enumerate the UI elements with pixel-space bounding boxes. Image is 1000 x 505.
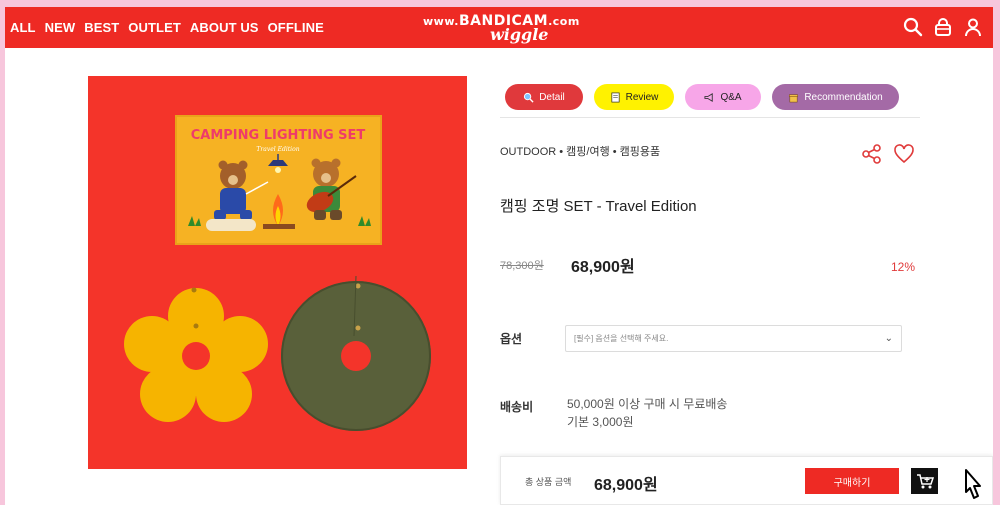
shipping-label: 배송비: [500, 400, 534, 414]
product-image: CAMPING LIGHTING SET Travel Edition: [88, 76, 467, 469]
nav-new[interactable]: NEW: [45, 20, 76, 35]
tabs-divider: [500, 117, 920, 118]
notepad-icon: [611, 92, 620, 102]
tab-recommendation[interactable]: Recommendation: [772, 84, 899, 110]
mouse-cursor-icon: [960, 468, 990, 505]
product-title: 캠핑 조명 SET - Travel Edition: [500, 198, 697, 215]
buy-now-button[interactable]: 구매하기: [805, 468, 899, 494]
tab-recommendation-label: Recommendation: [804, 91, 883, 103]
purchase-bar: 총 상품 금액 68,900원 구매하기: [500, 456, 993, 505]
nav-all[interactable]: ALL: [10, 20, 36, 35]
shipping-free-condition: 50,000원 이상 구매 시 무료배송: [567, 397, 728, 411]
total-price-value: 68,900원: [594, 477, 658, 494]
product-tabs: Detail Review Q&A Recommendation: [505, 84, 899, 110]
tab-detail-label: Detail: [539, 91, 565, 103]
tab-review-label: Review: [625, 91, 659, 103]
nav-outlet[interactable]: OUTLET: [128, 20, 181, 35]
search-icon[interactable]: [903, 17, 923, 37]
tab-qa-label: Q&A: [720, 91, 742, 103]
box-subtitle-text: Travel Edition: [256, 146, 299, 153]
tab-qa[interactable]: Q&A: [685, 84, 761, 110]
tab-review[interactable]: Review: [594, 84, 674, 110]
nav-best[interactable]: BEST: [84, 20, 119, 35]
gift-icon: [789, 93, 799, 102]
share-icon[interactable]: [861, 143, 883, 170]
heart-icon[interactable]: [893, 143, 915, 170]
product-actions: [861, 143, 915, 170]
option-select[interactable]: [필수] 옵션을 선택해 주세요. ⌄: [565, 325, 902, 352]
page-frame: ALL NEW BEST OUTLET ABOUT US OFFLINE www…: [5, 7, 993, 505]
header-icons: [903, 17, 983, 37]
user-icon[interactable]: [963, 17, 983, 37]
top-navigation-bar: ALL NEW BEST OUTLET ABOUT US OFFLINE www…: [5, 7, 993, 48]
main-nav: ALL NEW BEST OUTLET ABOUT US OFFLINE: [10, 7, 324, 48]
discount-rate: 12%: [891, 260, 916, 274]
breadcrumb-category[interactable]: OUTDOOR • 캠핑/여행 • 캠핑용품: [500, 143, 660, 159]
sale-price: 68,900원: [571, 259, 635, 276]
tab-detail[interactable]: Detail: [505, 84, 583, 110]
brand-logo[interactable]: wiggle: [490, 25, 548, 44]
option-select-placeholder: [필수] 옵션을 선택해 주세요.: [574, 334, 669, 343]
option-label: 옵션: [500, 332, 523, 346]
shipping-base-fee: 기본 3,000원: [567, 415, 634, 429]
add-to-cart-button[interactable]: [911, 468, 938, 494]
box-title-text: CAMPING LIGHTING SET: [191, 128, 366, 143]
shopping-bag-icon[interactable]: [933, 17, 953, 37]
nav-offline[interactable]: OFFLINE: [268, 20, 324, 35]
total-price-label: 총 상품 금액: [525, 477, 572, 487]
megaphone-icon: [704, 92, 714, 102]
nav-about-us[interactable]: ABOUT US: [190, 20, 259, 35]
original-price: 78,300원: [500, 260, 544, 272]
chevron-down-icon: ⌄: [884, 333, 893, 344]
cart-icon: [916, 474, 934, 489]
magnifier-icon: [524, 92, 534, 103]
